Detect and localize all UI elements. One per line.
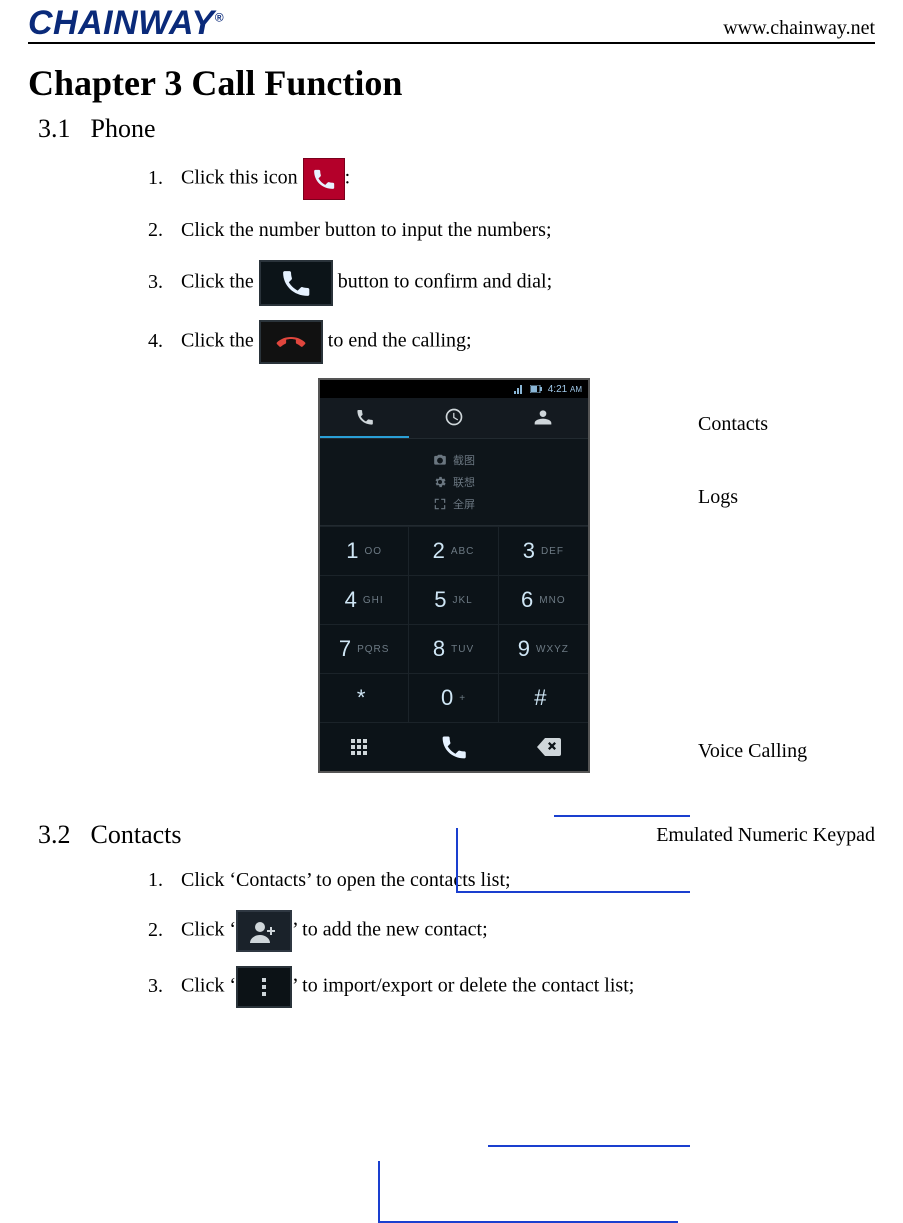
phone-tabs bbox=[320, 398, 588, 438]
overflow-menu-icon bbox=[236, 966, 292, 1008]
keypad-toggle-button[interactable] bbox=[320, 723, 399, 771]
callout-contacts: Contacts bbox=[698, 413, 768, 436]
phone-action-bar bbox=[320, 722, 588, 771]
phone-app-icon bbox=[303, 158, 345, 200]
key-0[interactable]: 0+ bbox=[409, 673, 498, 722]
chapter-title: Chapter 3 Call Function bbox=[28, 62, 875, 104]
brand-logo: CHAINWAY® bbox=[28, 6, 224, 40]
key-7[interactable]: 7PQRS bbox=[320, 624, 409, 673]
call-button[interactable] bbox=[399, 723, 509, 771]
phone-screenshot: 4:21 AM 截图 联想 全屏 1OO 2ABC bbox=[318, 378, 590, 773]
phone-handset-icon bbox=[355, 407, 375, 427]
key-1[interactable]: 1OO bbox=[320, 526, 409, 575]
section-3-1-steps: 1. Click this icon : 2. Click the number… bbox=[148, 158, 875, 364]
add-contact-icon bbox=[236, 910, 292, 952]
dialpad-icon bbox=[349, 737, 369, 757]
step-3-1-1: 1. Click this icon : bbox=[148, 158, 875, 200]
key-3[interactable]: 3DEF bbox=[499, 526, 588, 575]
section-3-1-heading: 3.1 Phone bbox=[38, 114, 875, 144]
section-3-2-heading: 3.2 Contacts bbox=[38, 820, 182, 850]
key-5[interactable]: 5JKL bbox=[409, 575, 498, 624]
phone-clock: 4:21 AM bbox=[548, 384, 582, 395]
call-icon bbox=[439, 732, 469, 762]
step-3-1-2: 2. Click the number button to input the … bbox=[148, 214, 875, 246]
callout-voice: Voice Calling bbox=[698, 740, 807, 763]
gear-icon bbox=[433, 475, 447, 489]
backspace-icon bbox=[537, 738, 561, 756]
contact-icon bbox=[533, 407, 553, 427]
key-4[interactable]: 4GHI bbox=[320, 575, 409, 624]
section-3-2-steps: 1. Click ‘Contacts’ to open the contacts… bbox=[148, 864, 875, 1008]
callout-logs: Logs bbox=[698, 486, 738, 509]
backspace-button[interactable] bbox=[509, 723, 588, 771]
camera-icon bbox=[433, 453, 447, 467]
tab-logs[interactable] bbox=[409, 398, 498, 438]
hangup-button-icon bbox=[259, 320, 323, 364]
clock-icon bbox=[444, 407, 464, 427]
key-star[interactable]: * bbox=[320, 673, 409, 722]
key-6[interactable]: 6MNO bbox=[499, 575, 588, 624]
step-3-1-3: 3. Click the button to confirm and dial; bbox=[148, 260, 875, 306]
site-url: www.chainway.net bbox=[723, 17, 875, 40]
tab-contacts[interactable] bbox=[499, 398, 588, 438]
phone-screenshot-area: 4:21 AM 截图 联想 全屏 1OO 2ABC bbox=[318, 378, 875, 792]
page-header: CHAINWAY® www.chainway.net bbox=[28, 6, 875, 44]
step-3-2-3: 3. Click ‘ ’ to import/export or delete … bbox=[148, 966, 875, 1008]
key-8[interactable]: 8TUV bbox=[409, 624, 498, 673]
step-3-1-4: 4. Click the to end the calling; bbox=[148, 320, 875, 364]
signal-icon bbox=[514, 384, 524, 394]
dial-button-icon bbox=[259, 260, 333, 306]
battery-icon bbox=[530, 385, 542, 393]
tab-dialer[interactable] bbox=[320, 398, 409, 438]
key-hash[interactable]: # bbox=[499, 673, 588, 722]
key-2[interactable]: 2ABC bbox=[409, 526, 498, 575]
step-3-2-2: 2. Click ‘ ’ to add the new contact; bbox=[148, 910, 875, 952]
key-9[interactable]: 9WXYZ bbox=[499, 624, 588, 673]
expand-icon bbox=[433, 497, 447, 511]
phone-number-display: 截图 联想 全屏 bbox=[320, 438, 588, 526]
callout-keypad: Emulated Numeric Keypad bbox=[656, 824, 875, 847]
phone-status-bar: 4:21 AM bbox=[320, 380, 588, 398]
phone-keypad: 1OO 2ABC 3DEF 4GHI 5JKL 6MNO 7PQRS 8TUV … bbox=[320, 526, 588, 722]
